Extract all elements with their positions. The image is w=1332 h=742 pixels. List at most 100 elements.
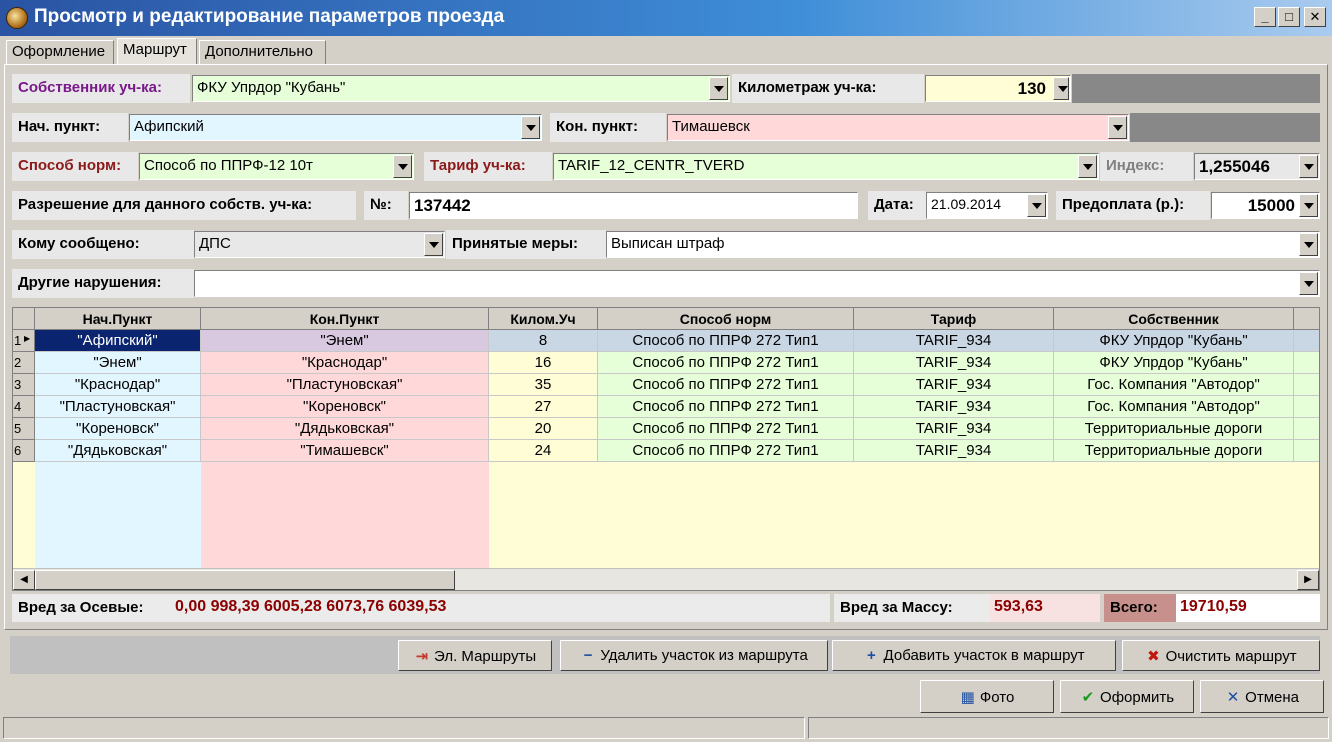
cell-norm[interactable]: Способ по ППРФ 272 Тип1 bbox=[598, 440, 854, 462]
measures-combo[interactable]: Выписан штраф bbox=[606, 231, 1320, 258]
norm-combo[interactable]: Способ по ППРФ-12 10т bbox=[139, 153, 414, 180]
cell-end[interactable]: "Кореновск" bbox=[201, 396, 489, 418]
cell-owner[interactable]: Гос. Компания "Автодор" bbox=[1054, 396, 1294, 418]
cell-km[interactable]: 8 bbox=[489, 330, 598, 352]
submit-button[interactable]: ✔ Оформить bbox=[1060, 680, 1194, 713]
cell-norm[interactable]: Способ по ППРФ 272 Тип1 bbox=[598, 330, 854, 352]
h-scrollbar[interactable]: ◀ ▶ bbox=[13, 568, 1319, 590]
scroll-right-icon[interactable]: ▶ bbox=[1297, 570, 1319, 590]
cell-start[interactable]: "Пластуновская" bbox=[35, 396, 201, 418]
row-header[interactable]: 6 bbox=[13, 440, 35, 462]
scroll-left-icon[interactable]: ◀ bbox=[13, 570, 35, 590]
chevron-down-icon[interactable] bbox=[1078, 155, 1097, 178]
chevron-down-icon[interactable] bbox=[1027, 194, 1046, 217]
cell-end[interactable]: "Тимашевск" bbox=[201, 440, 489, 462]
number-field[interactable]: 137442 bbox=[409, 192, 858, 219]
cell-extra[interactable] bbox=[1294, 352, 1319, 374]
row-header[interactable]: 4 bbox=[13, 396, 35, 418]
chevron-down-icon[interactable] bbox=[521, 116, 540, 139]
col-header-start[interactable]: Нач.Пункт bbox=[35, 308, 201, 330]
chevron-down-icon[interactable] bbox=[424, 233, 443, 256]
date-picker[interactable]: 21.09.2014 bbox=[926, 192, 1048, 219]
cancel-button[interactable]: ✕ Отмена bbox=[1200, 680, 1324, 713]
km-combo[interactable]: 130 bbox=[925, 75, 1071, 102]
cell-tariff[interactable]: TARIF_934 bbox=[854, 418, 1054, 440]
el-routes-button[interactable]: ⇥ Эл. Маршруты bbox=[398, 640, 552, 671]
col-header-end[interactable]: Кон.Пункт bbox=[201, 308, 489, 330]
cell-end[interactable]: "Дядьковская" bbox=[201, 418, 489, 440]
close-button[interactable]: ✕ bbox=[1304, 7, 1326, 27]
cell-start[interactable]: "Энем" bbox=[35, 352, 201, 374]
col-header-tariff[interactable]: Тариф bbox=[854, 308, 1054, 330]
chevron-down-icon[interactable] bbox=[1299, 233, 1318, 256]
chevron-down-icon[interactable] bbox=[1299, 155, 1318, 178]
cell-tariff[interactable]: TARIF_934 bbox=[854, 330, 1054, 352]
owner-combo[interactable]: ФКУ Упрдор "Кубань" bbox=[192, 75, 730, 102]
chevron-down-icon[interactable] bbox=[1299, 272, 1318, 295]
cell-km[interactable]: 24 bbox=[489, 440, 598, 462]
row-header[interactable]: 2 bbox=[13, 352, 35, 374]
cell-tariff[interactable]: TARIF_934 bbox=[854, 374, 1054, 396]
clear-route-button[interactable]: ✖ Очистить маршрут bbox=[1122, 640, 1320, 671]
cell-extra[interactable] bbox=[1294, 418, 1319, 440]
cell-end[interactable]: "Энем" bbox=[201, 330, 489, 352]
chevron-down-icon[interactable] bbox=[1053, 77, 1069, 100]
cell-start[interactable]: "Афипский" bbox=[35, 330, 201, 352]
app-icon[interactable] bbox=[6, 7, 28, 29]
cell-extra[interactable] bbox=[1294, 396, 1319, 418]
row-header[interactable]: 3 bbox=[13, 374, 35, 396]
total-label: Всего: bbox=[1110, 599, 1158, 616]
cell-tariff[interactable]: TARIF_934 bbox=[854, 352, 1054, 374]
cell-owner[interactable]: ФКУ Упрдор "Кубань" bbox=[1054, 330, 1294, 352]
add-segment-button[interactable]: + Добавить участок в маршрут bbox=[832, 640, 1116, 671]
cell-end[interactable]: "Краснодар" bbox=[201, 352, 489, 374]
route-grid[interactable]: Нач.Пункт Кон.Пункт Килом.Уч Способ норм… bbox=[12, 307, 1320, 591]
cell-owner[interactable]: Территориальные дороги bbox=[1054, 418, 1294, 440]
remove-segment-button[interactable]: − Удалить участок из маршрута bbox=[560, 640, 828, 671]
col-header-owner[interactable]: Собственник bbox=[1054, 308, 1294, 330]
end-combo[interactable]: Тимашевск bbox=[667, 114, 1129, 141]
cell-km[interactable]: 16 bbox=[489, 352, 598, 374]
cell-tariff[interactable]: TARIF_934 bbox=[854, 396, 1054, 418]
chevron-down-icon[interactable] bbox=[393, 155, 412, 178]
tab-design[interactable]: Оформление bbox=[6, 40, 114, 65]
cell-norm[interactable]: Способ по ППРФ 272 Тип1 bbox=[598, 352, 854, 374]
date-label: Дата: bbox=[868, 191, 926, 220]
col-header-norm[interactable]: Способ норм bbox=[598, 308, 854, 330]
cell-owner[interactable]: Территориальные дороги bbox=[1054, 440, 1294, 462]
cell-tariff[interactable]: TARIF_934 bbox=[854, 440, 1054, 462]
col-header-km[interactable]: Килом.Уч bbox=[489, 308, 598, 330]
prepay-combo[interactable]: 15000 bbox=[1211, 192, 1320, 219]
cell-km[interactable]: 35 bbox=[489, 374, 598, 396]
notified-combo[interactable]: ДПС bbox=[194, 231, 445, 258]
maximize-button[interactable]: □ bbox=[1278, 7, 1300, 27]
cell-owner[interactable]: Гос. Компания "Автодор" bbox=[1054, 374, 1294, 396]
tab-route[interactable]: Маршрут bbox=[117, 38, 197, 65]
cell-km[interactable]: 27 bbox=[489, 396, 598, 418]
scroll-thumb[interactable] bbox=[35, 570, 455, 590]
row-header[interactable]: ▶ 1 bbox=[13, 330, 35, 352]
chevron-down-icon[interactable] bbox=[1108, 116, 1127, 139]
cell-norm[interactable]: Способ по ППРФ 272 Тип1 bbox=[598, 374, 854, 396]
cell-start[interactable]: "Краснодар" bbox=[35, 374, 201, 396]
cell-norm[interactable]: Способ по ППРФ 272 Тип1 bbox=[598, 396, 854, 418]
chevron-down-icon[interactable] bbox=[1299, 194, 1318, 217]
photo-button[interactable]: ▦ Фото bbox=[920, 680, 1054, 713]
cell-km[interactable]: 20 bbox=[489, 418, 598, 440]
cell-start[interactable]: "Кореновск" bbox=[35, 418, 201, 440]
cell-norm[interactable]: Способ по ППРФ 272 Тип1 bbox=[598, 418, 854, 440]
minimize-button[interactable]: _ bbox=[1254, 7, 1276, 27]
cell-extra[interactable] bbox=[1294, 374, 1319, 396]
tab-additional[interactable]: Дополнительно bbox=[199, 40, 326, 65]
tariff-combo[interactable]: TARIF_12_CENTR_TVERD bbox=[553, 153, 1099, 180]
cell-start[interactable]: "Дядьковская" bbox=[35, 440, 201, 462]
row-header[interactable]: 5 bbox=[13, 418, 35, 440]
cell-owner[interactable]: ФКУ Упрдор "Кубань" bbox=[1054, 352, 1294, 374]
other-violations-combo[interactable] bbox=[194, 270, 1320, 297]
cell-end[interactable]: "Пластуновская" bbox=[201, 374, 489, 396]
cell-extra[interactable] bbox=[1294, 330, 1319, 352]
index-combo[interactable]: 1,255046 bbox=[1194, 153, 1320, 180]
cell-extra[interactable] bbox=[1294, 440, 1319, 462]
start-combo[interactable]: Афипский bbox=[129, 114, 542, 141]
chevron-down-icon[interactable] bbox=[709, 77, 728, 100]
